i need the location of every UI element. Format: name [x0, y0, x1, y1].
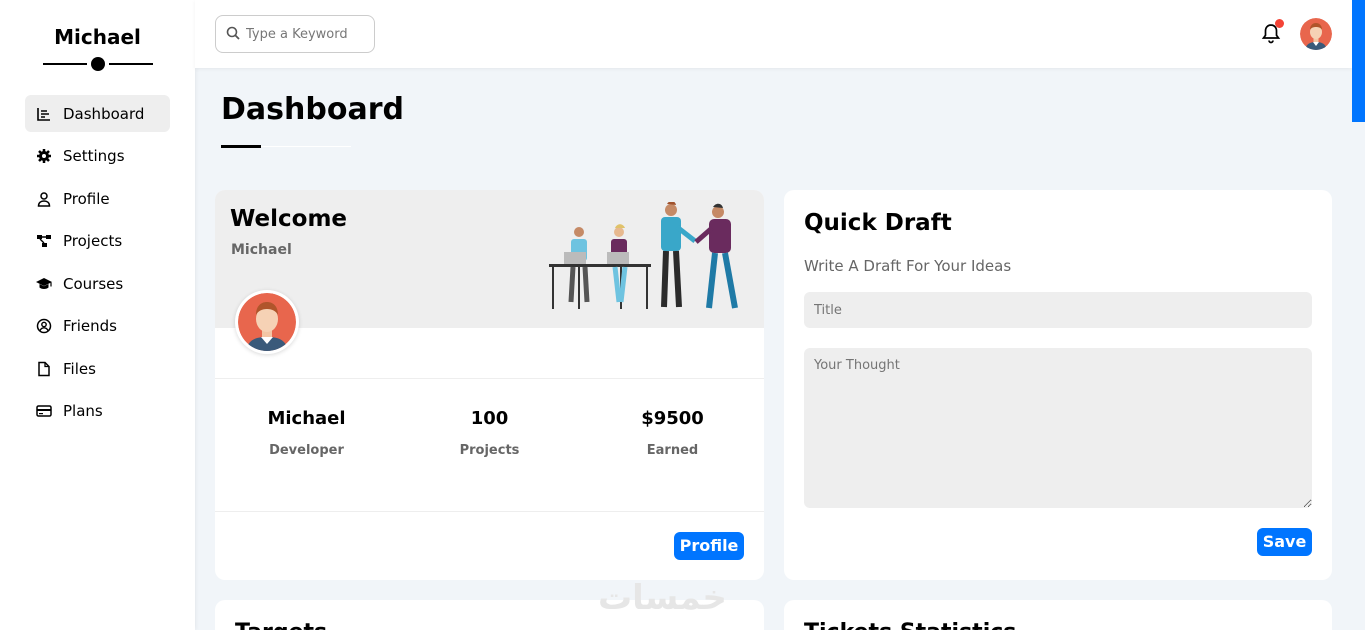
sidebar-item-label: Courses [63, 274, 124, 293]
stat-value: 100 [470, 408, 509, 429]
quick-draft-title: Quick Draft [804, 210, 952, 236]
user-icon [36, 191, 52, 207]
stat-name: Michael Developer [215, 408, 398, 458]
gear-icon [36, 148, 52, 164]
sidebar-item-label: Friends [63, 317, 117, 335]
welcome-stats: Michael Developer 100 Projects $9500 Ear… [215, 408, 764, 458]
targets-title: Targets [235, 620, 327, 630]
draft-title-field[interactable] [804, 292, 1312, 328]
credit-card-icon [36, 403, 52, 419]
notification-dot [1275, 19, 1284, 28]
stat-earned: $9500 Earned [581, 408, 764, 458]
search-box[interactable] [215, 15, 375, 53]
sidebar: Michael Dashboard Settings Profile Proje… [0, 0, 195, 630]
search-icon [226, 25, 246, 44]
sidebar-item-projects[interactable]: Projects [25, 223, 170, 260]
welcome-header: Welcome Michael [215, 190, 764, 354]
stat-label: Projects [459, 443, 520, 458]
save-button[interactable]: Save [1257, 528, 1312, 556]
sidebar-item-settings[interactable]: Settings [25, 138, 170, 175]
stat-projects: 100 Projects [398, 408, 581, 458]
sidebar-item-plans[interactable]: Plans [25, 393, 170, 430]
stat-label: Earned [646, 443, 699, 458]
sidebar-item-dashboard[interactable]: Dashboard [25, 95, 170, 132]
page-title-underline [221, 145, 351, 148]
divider [215, 378, 764, 379]
brand-underline [42, 55, 153, 73]
sidebar-item-label: Projects [63, 232, 123, 250]
notification-bell-icon[interactable] [1260, 19, 1284, 44]
sidebar-item-profile[interactable]: Profile [25, 180, 170, 217]
profile-button[interactable]: Profile [674, 532, 744, 560]
draft-thought-field[interactable] [804, 348, 1312, 508]
stat-label: Developer [269, 443, 344, 458]
sidebar-item-label: Dashboard [63, 104, 145, 123]
tickets-statistics-title: Tickets Statistics [804, 620, 1016, 630]
sidebar-item-label: Files [63, 359, 96, 378]
watermark: خمسات [598, 578, 727, 618]
welcome-avatar [235, 290, 299, 354]
top-header [195, 0, 1352, 68]
welcome-card: Welcome Michael Michael Developer 100 Pr… [215, 190, 764, 580]
team-illustration [549, 202, 738, 309]
quick-draft-card: Quick Draft Write A Draft For Your Ideas… [784, 190, 1332, 580]
brand-name: Michael [54, 25, 141, 49]
user-circle-icon [36, 318, 52, 334]
sidebar-item-friends[interactable]: Friends [25, 308, 170, 345]
stat-value: Michael [267, 408, 346, 429]
sidebar-item-label: Profile [63, 189, 110, 208]
divider [215, 511, 764, 512]
sidebar-item-courses[interactable]: Courses [25, 265, 170, 302]
welcome-title: Welcome [230, 206, 348, 232]
sidebar-item-label: Settings [63, 147, 125, 165]
graduation-cap-icon [36, 276, 52, 292]
page-title: Dashboard [221, 92, 404, 127]
quick-draft-subtitle: Write A Draft For Your Ideas [804, 257, 1012, 275]
sidebar-item-label: Plans [63, 402, 103, 420]
search-input[interactable] [246, 26, 366, 42]
chart-icon [36, 106, 52, 122]
scrollbar-thumb[interactable] [1352, 0, 1365, 122]
sidebar-item-files[interactable]: Files [25, 350, 170, 387]
tickets-statistics-card: Tickets Statistics [784, 600, 1332, 630]
sidebar-nav: Dashboard Settings Profile Projects Cour… [0, 95, 195, 430]
welcome-name: Michael [231, 242, 292, 258]
diagram-icon [36, 233, 52, 249]
avatar[interactable] [1300, 18, 1332, 50]
file-icon [36, 361, 52, 377]
stat-value: $9500 [641, 408, 704, 429]
